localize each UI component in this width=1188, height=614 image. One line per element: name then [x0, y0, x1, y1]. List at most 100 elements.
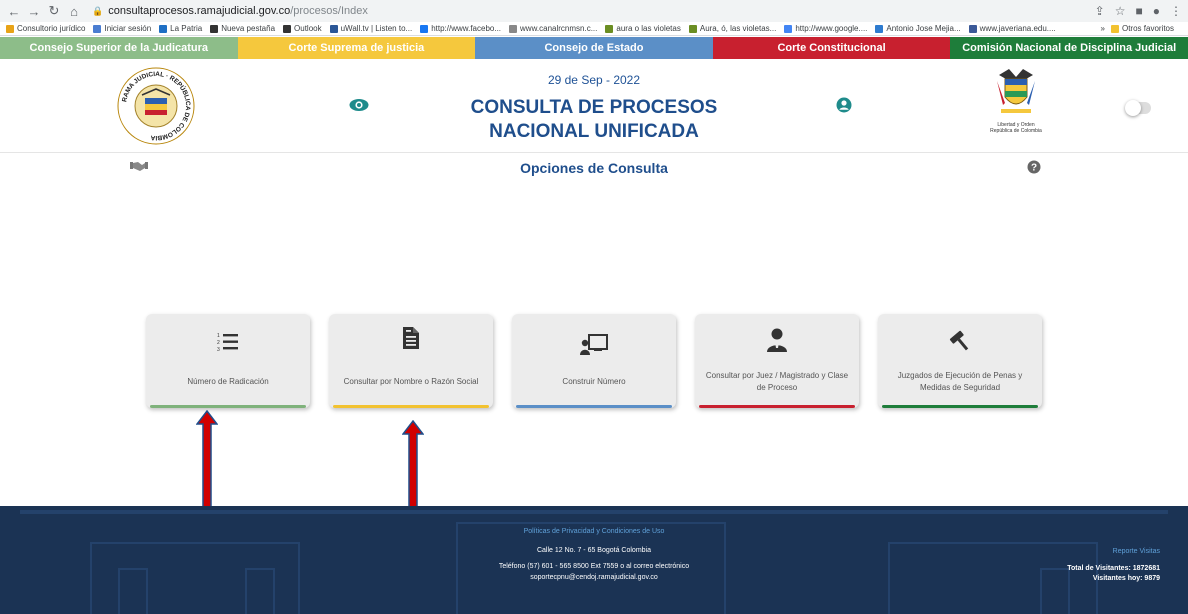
bookmark-favicon-icon [688, 24, 697, 33]
bookmark-item[interactable]: www.canalrcnmsn.c... [509, 24, 597, 33]
svg-text:3: 3 [217, 347, 220, 352]
card-label: Construir Número [562, 377, 626, 386]
numbered-list-icon: 1 2 3 [217, 333, 238, 352]
card-accent-bar [699, 405, 855, 408]
bookmark-label: uWall.tv | Listen to... [340, 24, 413, 33]
annotation-arrow-1 [196, 410, 218, 515]
annotation-arrow-2 [402, 420, 424, 520]
colombia-coat-of-arms: Libertad y Orden República de Colombia [976, 65, 1056, 149]
address-bar[interactable]: 🔒 consultaprocesos.ramajudicial.gov.co /… [92, 5, 368, 17]
forward-icon[interactable]: → [26, 4, 42, 19]
lock-icon: 🔒 [92, 5, 104, 16]
bookmark-item[interactable]: http://www.facebo... [420, 24, 501, 33]
help-icon[interactable]: ? [1027, 160, 1041, 174]
options-header: Opciones de Consulta ? [0, 153, 1188, 183]
toggle-knob [1125, 100, 1141, 116]
card-label: Consultar por Nombre o Razón Social [343, 377, 479, 386]
board-icon [580, 334, 608, 355]
bookmark-item[interactable]: aura o las violetas [605, 24, 681, 33]
page-header: RAMA JUDICIAL · REPÚBLICA DE COLOMBIA 29… [0, 59, 1188, 153]
card-accent-bar [333, 405, 489, 408]
footer-address: Calle 12 No. 7 - 65 Bogotá Colombia [536, 547, 651, 554]
document-icon [403, 327, 419, 349]
other-favorites[interactable]: Otros favoritos [1110, 24, 1174, 33]
bookmark-item[interactable]: Consultorio jurídico [6, 24, 85, 33]
bookmark-label: aura o las violetas [616, 24, 681, 33]
bookmark-favicon-icon [210, 24, 219, 33]
bookmark-label: Nueva pestaña [221, 24, 276, 33]
bookmark-item[interactable]: Iniciar sesión [93, 24, 151, 33]
today-visitors: Visitantes hoy: 9879 [1092, 575, 1160, 582]
nav-consejo-estado[interactable]: Consejo de Estado [475, 37, 713, 59]
bookmark-item[interactable]: Outlook [283, 24, 322, 33]
folder-icon [1110, 24, 1119, 33]
home-icon[interactable]: ⌂ [66, 4, 82, 19]
back-icon[interactable]: ← [6, 4, 22, 19]
bookmark-favicon-icon [93, 24, 102, 33]
nav-corte-suprema[interactable]: Corte Suprema de justicia [237, 37, 476, 59]
user-icon[interactable] [836, 97, 852, 113]
judge-icon [767, 328, 787, 352]
bookmark-label: Aura, ó, las violetas... [699, 24, 777, 33]
bookmark-label: www.javeriana.edu.... [979, 24, 1056, 33]
card-nombre-razon-social[interactable]: Consultar por Nombre o Razón Social [329, 314, 493, 408]
bookmark-label: Antonio Jose Mejia... [886, 24, 961, 33]
visit-report-link[interactable]: Reporte Visitas [1113, 548, 1160, 555]
bookmark-label: http://www.google.... [795, 24, 868, 33]
bookmark-favicon-icon [968, 24, 977, 33]
card-accent-bar [150, 405, 306, 408]
gavel-icon [949, 330, 969, 351]
bookmark-item[interactable]: La Patria [159, 24, 202, 33]
bookmark-favicon-icon [283, 24, 292, 33]
bookmark-label: Iniciar sesión [104, 24, 152, 33]
card-construir-numero[interactable]: Construir Número [512, 314, 676, 408]
share-icon[interactable]: ⇪ [1095, 4, 1105, 18]
page-footer: Políticas de Privacidad y Condiciones de… [0, 506, 1188, 614]
bookmark-item[interactable]: Nueva pestaña [210, 24, 275, 33]
nav-consejo-superior[interactable]: Consejo Superior de la Judicatura [0, 37, 238, 59]
menu-icon[interactable]: ⋮ [1170, 4, 1182, 18]
bookmark-item[interactable]: http://www.google.... [784, 24, 867, 33]
bookmark-favicon-icon [509, 24, 518, 33]
footer-phone: Teléfono (57) 601 - 565 8500 Ext 7559 o … [498, 563, 690, 570]
extension-icon[interactable]: ● [1153, 4, 1160, 18]
nav-corte-constitucional[interactable]: Corte Constitucional [712, 37, 951, 59]
privacy-policy-link[interactable]: Políticas de Privacidad y Condiciones de… [0, 528, 1188, 535]
bookmark-item[interactable]: Antonio Jose Mejia... [875, 24, 961, 33]
browser-toolbar: ← → ↻ ⌂ 🔒 consultaprocesos.ramajudicial.… [0, 0, 1188, 22]
bookmark-label: http://www.facebo... [431, 24, 502, 33]
bookmark-label: Outlook [294, 24, 322, 33]
card-numero-radicacion[interactable]: 1 2 3 Número de Radicación [146, 314, 310, 408]
tab-icon[interactable]: ■ [1136, 4, 1143, 18]
bookmark-favicon-icon [605, 24, 614, 33]
card-ejecucion-penas[interactable]: Juzgados de Ejecución de Penas y Medidas… [878, 314, 1042, 408]
svg-text:1: 1 [217, 333, 220, 339]
bookmarks-bar: Consultorio jurídico Iniciar sesión La Pat… [0, 22, 1188, 36]
motto-line2: República de Colombia [990, 128, 1042, 134]
card-label: Número de Radicación [187, 377, 269, 386]
card-juez-magistrado[interactable]: Consultar por Juez / Magistrado y Clase … [695, 314, 859, 408]
footer-email[interactable]: soportecpnu@cendoj.ramajudicial.gov.co [0, 574, 1188, 581]
svg-text:2: 2 [217, 340, 220, 346]
bookmark-label: La Patria [170, 24, 203, 33]
bookmark-item[interactable]: uWall.tv | Listen to... [329, 24, 413, 33]
top-nav: Consejo Superior de la Judicatura Corte … [0, 37, 1188, 59]
bookmark-favicon-icon [784, 24, 793, 33]
footer-deco [20, 510, 1168, 514]
star-icon[interactable]: ☆ [1115, 4, 1126, 18]
card-label: Consultar por Juez / Magistrado y Clase … [705, 371, 849, 392]
bookmark-favicon-icon [159, 24, 168, 33]
nav-comision-disciplina[interactable]: Comisión Nacional de Disciplina Judicial [950, 37, 1188, 59]
bookmark-favicon-icon [6, 24, 14, 33]
bookmark-label: www.canalrcnmsn.c... [520, 24, 598, 33]
bookmark-item[interactable]: www.javeriana.edu.... [968, 24, 1056, 33]
bookmark-label: Consultorio jurídico [17, 24, 86, 33]
bookmark-item[interactable]: Aura, ó, las violetas... [688, 24, 777, 33]
card-accent-bar [516, 405, 672, 408]
contrast-toggle[interactable] [1125, 100, 1151, 116]
more-bookmarks-icon[interactable]: » [1101, 24, 1105, 33]
reload-icon[interactable]: ↻ [46, 3, 62, 19]
card-label: Juzgados de Ejecución de Penas y Medidas… [897, 371, 1023, 392]
url-host: consultaprocesos.ramajudicial.gov.co [108, 5, 291, 17]
options-title: Opciones de Consulta [520, 160, 668, 176]
